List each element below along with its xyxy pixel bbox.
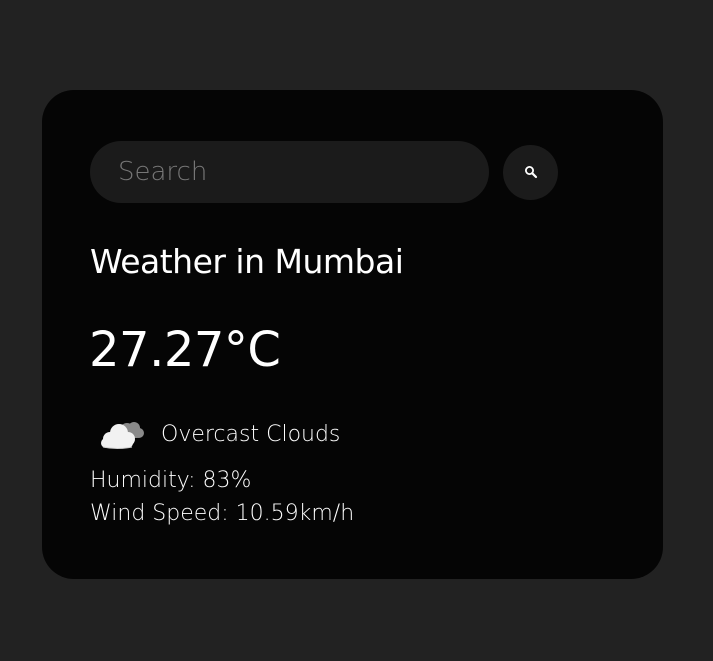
overcast-cloud-icon xyxy=(97,416,145,452)
wind-speed-text: Wind Speed: 10.59km/h xyxy=(90,501,355,526)
city-title: Weather in Mumbai xyxy=(90,242,404,281)
weather-card: Weather in Mumbai 27.27°C xyxy=(42,90,663,579)
weather-description: Overcast Clouds xyxy=(161,421,341,447)
weather-description-row: Overcast Clouds xyxy=(97,416,340,452)
search-bar xyxy=(90,141,558,203)
humidity-text: Humidity: 83% xyxy=(90,468,252,493)
search-button[interactable] xyxy=(503,144,558,200)
temperature: 27.27°C xyxy=(89,322,281,378)
search-input[interactable] xyxy=(90,141,489,203)
search-icon xyxy=(524,165,538,179)
